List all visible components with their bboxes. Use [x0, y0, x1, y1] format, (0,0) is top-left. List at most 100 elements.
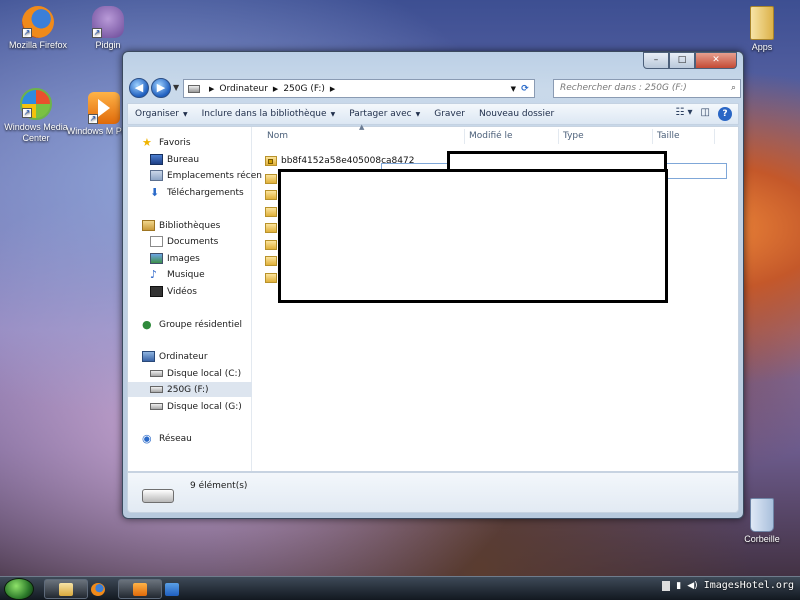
desktop-icon-label: Mozilla Firefox	[8, 40, 67, 50]
libraries-icon	[142, 220, 155, 231]
share-with-button[interactable]: Partager avec ▼	[342, 109, 427, 119]
windows-media-player-icon	[133, 583, 147, 596]
chevron-right-icon[interactable]: ▶	[330, 85, 335, 93]
folder-icon[interactable]	[265, 256, 277, 266]
music-note-icon: ♪	[150, 268, 158, 281]
chevron-right-icon[interactable]: ▶	[209, 85, 214, 93]
taskbar-item-media-center[interactable]	[154, 579, 188, 599]
preview-pane-icon[interactable]: ◫	[701, 107, 710, 121]
documents-icon	[150, 236, 163, 247]
network-status-icon[interactable]: ▮	[676, 581, 681, 591]
new-folder-button[interactable]: Nouveau dossier	[472, 109, 561, 119]
sidebar-item-label: Ordinateur	[159, 351, 208, 362]
organize-label: Organiser	[135, 109, 179, 119]
breadcrumb-drive[interactable]: 250G (F:)	[283, 84, 325, 94]
view-options-icon[interactable]: ☷ ▾	[675, 107, 692, 121]
star-icon: ★	[142, 136, 152, 149]
sidebar-item-label: Bureau	[167, 154, 200, 165]
start-button[interactable]	[4, 578, 34, 600]
close-button[interactable]: ✕	[695, 52, 737, 69]
windows-media-center-icon: ↗	[20, 88, 52, 120]
view-controls: ☷ ▾ ◫ ?	[675, 107, 732, 121]
sidebar-item-label: Bibliothèques	[159, 220, 221, 231]
help-icon[interactable]: ?	[718, 107, 732, 121]
folder-icon[interactable]	[265, 273, 277, 283]
sidebar-item-label: Réseau	[159, 433, 192, 444]
column-header-name[interactable]: Nom	[263, 129, 465, 144]
breadcrumb-computer[interactable]: Ordinateur	[219, 84, 268, 94]
explorer-window[interactable]: – □ ✕ ◀ ▶ ▼ ▶ Ordinateur ▶ 250G (F:) ▶ ▼…	[122, 51, 744, 519]
minimize-button[interactable]: –	[643, 52, 669, 69]
recycle-bin-icon	[750, 498, 774, 532]
desktop-icon-windows-media-center[interactable]: ↗ Windows Media Center	[0, 88, 74, 144]
sidebar-item-computer[interactable]: Ordinateur	[142, 349, 266, 364]
pictures-icon	[150, 253, 163, 264]
desktop-icon-pidgin[interactable]: ↗ Pidgin	[70, 6, 146, 51]
folder-icon[interactable]	[265, 207, 277, 217]
folder-icon[interactable]	[265, 174, 277, 184]
sidebar-item-label: Téléchargements	[167, 187, 244, 198]
taskbar-item-firefox[interactable]	[80, 579, 114, 599]
taskbar: ▮ ◀) ImagesHotel.org	[0, 576, 800, 600]
include-label: Inclure dans la bibliothèque	[201, 109, 327, 119]
refresh-icon[interactable]: ⟳	[518, 84, 532, 94]
desktop-icon-apps[interactable]: Apps	[724, 6, 800, 53]
sidebar-item-label: Disque local (C:)	[167, 368, 242, 379]
column-header-type[interactable]: Type	[559, 129, 653, 144]
network-icon: ◉	[142, 432, 152, 445]
search-input[interactable]: Rechercher dans : 250G (F:) ⌕	[553, 79, 741, 98]
forward-button[interactable]: ▶	[151, 78, 171, 98]
search-icon[interactable]: ⌕	[731, 80, 736, 97]
volume-icon[interactable]: ◀)	[687, 581, 697, 591]
recent-pages-dropdown-icon[interactable]: ▼	[173, 83, 179, 92]
address-bar[interactable]: ▶ Ordinateur ▶ 250G (F:) ▶ ▼ ⟳	[183, 79, 535, 98]
sidebar-item-homegroup[interactable]: ● Groupe résidentiel	[142, 317, 266, 332]
shortcut-arrow-icon: ↗	[22, 28, 32, 38]
file-row[interactable]: bb8f4152a58e405008ca8472	[265, 153, 414, 168]
redaction-box	[278, 169, 668, 303]
address-row: ◀ ▶ ▼ ▶ Ordinateur ▶ 250G (F:) ▶ ▼ ⟳ Rec…	[129, 78, 741, 100]
sidebar-item-network[interactable]: ◉ Réseau	[142, 431, 266, 446]
desktop-icon-label: Corbeille	[744, 534, 780, 544]
shortcut-arrow-icon: ↗	[92, 28, 102, 38]
drive-icon	[188, 84, 200, 93]
sidebar-item-label: 250G (F:)	[167, 384, 209, 395]
explorer-icon	[59, 583, 73, 596]
sidebar-item-label: Documents	[167, 236, 219, 247]
lock-icon	[268, 158, 273, 164]
desktop-icon-firefox[interactable]: ↗ Mozilla Firefox	[0, 6, 76, 51]
sidebar-item-label: Images	[167, 253, 200, 264]
column-header-size[interactable]: Taille	[653, 129, 715, 144]
pidgin-icon: ↗	[92, 6, 124, 38]
folder-icon[interactable]	[265, 190, 277, 200]
explorer-content: ★ Favoris Bureau Emplacements récen ⬇ Télé…	[127, 123, 739, 472]
sidebar-item-disk-f[interactable]: 250G (F:)	[128, 382, 252, 397]
locked-folder-icon	[265, 155, 277, 166]
column-header-modified[interactable]: Modifié le	[465, 129, 559, 144]
shortcut-arrow-icon: ↗	[22, 108, 32, 118]
address-dropdown-icon[interactable]: ▼	[511, 85, 516, 93]
chevron-right-icon[interactable]: ▶	[273, 85, 278, 93]
windows-media-player-icon: ↗	[88, 92, 120, 124]
share-label: Partager avec	[349, 109, 412, 119]
include-in-library-button[interactable]: Inclure dans la bibliothèque ▼	[195, 109, 343, 119]
maximize-button[interactable]: □	[669, 52, 695, 69]
hard-drive-icon	[150, 403, 163, 410]
sidebar-item-libraries[interactable]: Bibliothèques	[142, 218, 266, 233]
folder-icon[interactable]	[265, 223, 277, 233]
shortcut-arrow-icon: ↗	[88, 114, 98, 124]
action-center-flag-icon[interactable]	[662, 580, 671, 591]
sidebar-item-label: Groupe résidentiel	[159, 319, 243, 330]
sidebar-item-favorites[interactable]: ★ Favoris	[142, 135, 266, 150]
back-button[interactable]: ◀	[129, 78, 149, 98]
desktop-icon	[150, 154, 163, 165]
navigation-pane: ★ Favoris Bureau Emplacements récen ⬇ Télé…	[128, 127, 262, 471]
folder-icon[interactable]	[265, 240, 277, 250]
item-count: 9 élément(s)	[190, 481, 248, 491]
desktop-icon-label: Windows Media Center	[4, 122, 68, 143]
organize-button[interactable]: Organiser ▼	[128, 109, 195, 119]
burn-button[interactable]: Graver	[427, 109, 472, 119]
sidebar-item-label: Disque local (G:)	[167, 401, 242, 412]
details-pane: 9 élément(s)	[127, 472, 739, 513]
sidebar-item-label: Vidéos	[167, 286, 197, 297]
